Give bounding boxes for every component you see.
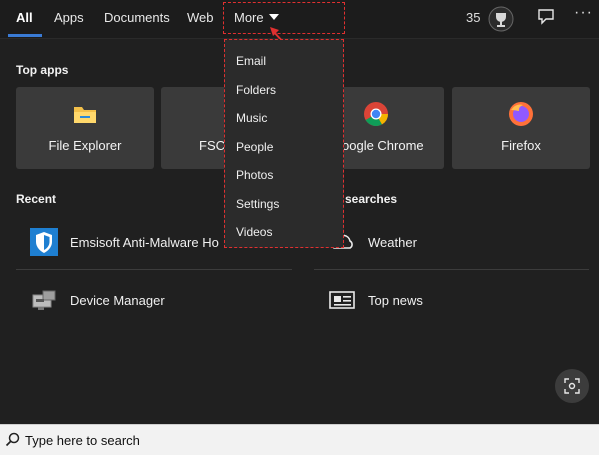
menu-item-email[interactable]: Email bbox=[236, 54, 266, 68]
active-tab-indicator bbox=[8, 34, 42, 37]
tab-apps[interactable]: Apps bbox=[54, 10, 84, 25]
rewards-trophy-icon[interactable] bbox=[487, 5, 515, 33]
rewards-points: 35 bbox=[466, 10, 481, 25]
tab-web[interactable]: Web bbox=[187, 10, 214, 25]
news-icon bbox=[328, 286, 356, 314]
search-item-top-news[interactable]: Top news bbox=[328, 286, 423, 314]
search-icon bbox=[5, 432, 20, 447]
divider bbox=[314, 269, 589, 270]
menu-item-people[interactable]: People bbox=[236, 140, 273, 154]
taskbar-search-box[interactable]: Type here to search bbox=[0, 424, 599, 455]
tab-all[interactable]: All bbox=[16, 10, 33, 25]
divider bbox=[16, 269, 292, 270]
search-item-label: Top news bbox=[368, 292, 423, 308]
search-item-label: Weather bbox=[368, 234, 417, 250]
tile-label: oogle Chrome bbox=[342, 138, 424, 153]
more-options-icon[interactable]: ··· bbox=[574, 4, 593, 22]
visual-search-button[interactable] bbox=[555, 369, 589, 403]
menu-item-photos[interactable]: Photos bbox=[236, 168, 273, 182]
tile-file-explorer[interactable]: File Explorer bbox=[16, 87, 154, 169]
recent-item-label: Emsisoft Anti-Malware Ho bbox=[70, 234, 219, 250]
menu-item-videos[interactable]: Videos bbox=[236, 225, 272, 239]
recent-item-device-manager[interactable]: Device Manager bbox=[30, 286, 165, 314]
recent-title: Recent bbox=[16, 192, 57, 206]
tab-documents[interactable]: Documents bbox=[104, 10, 170, 25]
tile-label: File Explorer bbox=[48, 138, 122, 153]
feedback-icon[interactable] bbox=[537, 8, 555, 26]
search-input[interactable]: Type here to search bbox=[25, 433, 140, 448]
recent-item-label: Device Manager bbox=[70, 292, 165, 308]
more-dropdown-menu: Email Folders Music People Photos Settin… bbox=[224, 39, 344, 248]
recent-item-emsisoft[interactable]: Emsisoft Anti-Malware Ho bbox=[30, 228, 219, 256]
scan-icon bbox=[564, 378, 580, 394]
chrome-icon bbox=[363, 101, 389, 127]
shield-icon bbox=[30, 228, 58, 256]
folder-icon bbox=[72, 101, 98, 127]
menu-item-folders[interactable]: Folders bbox=[236, 83, 276, 97]
device-manager-icon bbox=[30, 286, 58, 314]
menu-item-settings[interactable]: Settings bbox=[236, 197, 279, 211]
tile-label: Firefox bbox=[501, 138, 541, 153]
tile-firefox[interactable]: Firefox bbox=[452, 87, 590, 169]
firefox-icon bbox=[508, 101, 534, 127]
top-apps-title: Top apps bbox=[16, 63, 69, 77]
menu-item-music[interactable]: Music bbox=[236, 111, 267, 125]
top-searches-title: searches bbox=[345, 192, 398, 206]
